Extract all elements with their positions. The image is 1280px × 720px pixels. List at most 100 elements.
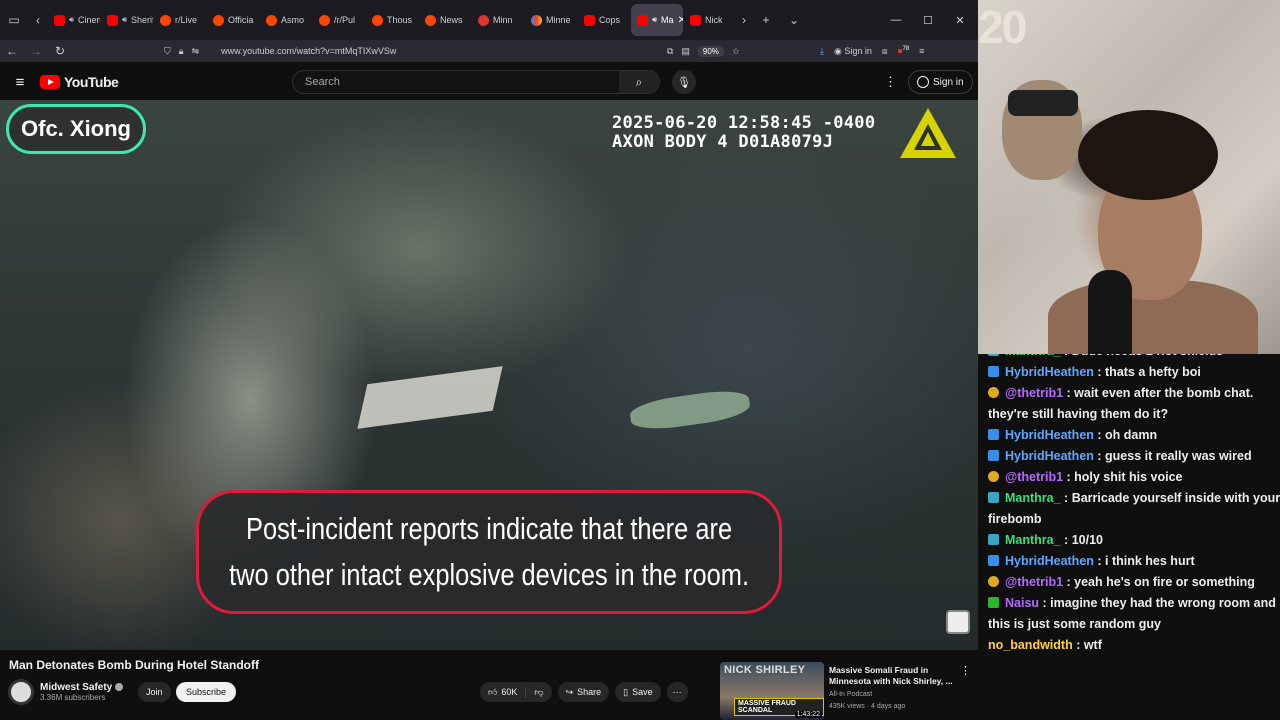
account-button[interactable]: ◉ Sign in [834,46,872,57]
chat-text: thats a hefty boi [1105,365,1201,379]
reader-view-icon[interactable]: ▤ [681,46,690,57]
chat-username[interactable]: @thetrib1 [1005,575,1063,589]
scroll-tabs-right-icon[interactable]: › [736,6,752,34]
tab-overview-icon[interactable]: ▭ [0,6,28,34]
scroll-tabs-left-icon[interactable]: ‹ [28,6,48,34]
more-actions-button[interactable]: ⋯ [666,682,688,702]
extensions-icon[interactable]: ⧈ [882,46,888,57]
join-button[interactable]: Join [138,682,171,702]
recommended-thumbnail[interactable]: NICK SHIRLEY MASSIVE FRAUD SCANDAL 1:43:… [720,662,824,720]
recommended-more-icon[interactable]: ⋮ [960,664,971,677]
subscribe-button[interactable]: Subscribe [176,682,237,702]
ublock-icon[interactable]: ■78 [898,46,910,56]
search-input[interactable] [293,76,619,88]
caption-text: Post-incident reports indicate that ther… [229,506,749,598]
video-actions: 👍︎ 60K 👎︎ ↪ Share ▯ Save ⋯ [480,682,688,702]
tab-list: 🔊︎ Cinem 🔊︎ Sherif r/Live Officia Asmo/r/Pul Th… [48,4,736,36]
like-button[interactable]: 👍︎ 60K [480,686,527,698]
forward-icon[interactable]: → [24,44,48,58]
chat-badge-icon [988,354,999,356]
chat-message: HybridHeathen : thats a hefty boi [988,362,1280,383]
chat-username[interactable]: @thetrib1 [1005,386,1063,400]
recommended-video[interactable]: NICK SHIRLEY MASSIVE FRAUD SCANDAL 1:43:… [720,662,978,720]
youtube-logo[interactable]: YouTube [40,74,119,90]
download-icon[interactable]: ⤓ [820,46,824,57]
zoom-level[interactable]: 90% [697,45,724,57]
browser-tab[interactable]: 🔊︎ Cinem [48,4,100,36]
like-dislike-group: 👍︎ 60K 👎︎ [480,682,552,702]
channel-name[interactable]: Midwest Safety [40,682,112,693]
screen: ▭ ‹ 🔊︎ Cinem 🔊︎ Sherif r/Live Officia Asmo/r/P… [0,0,1280,720]
browser-tab[interactable]: Officia [207,4,259,36]
new-tab-icon[interactable]: + [752,6,780,34]
chat-username[interactable]: @thetrib1 [1005,470,1063,484]
streamer-hair [1078,110,1218,200]
channel-avatar[interactable] [8,679,34,705]
voice-search-icon[interactable]: 🎙︎ [672,70,696,94]
minimize-icon[interactable]: — [884,14,908,27]
guide-menu-icon[interactable]: ≡ [0,74,40,91]
channel-name-row[interactable]: Midwest Safety [40,682,124,693]
picture-in-picture-icon[interactable]: ⧉ [667,46,673,57]
search-button[interactable]: ⌕ [619,71,659,93]
browser-tab[interactable]: r/Live [154,4,206,36]
chat-badge-icon [988,555,999,566]
officer-name-tag: Ofc. Xiong [6,104,146,154]
user-icon [917,76,929,88]
chat-separator: : [1063,386,1075,400]
dislike-button[interactable]: 👎︎ [526,687,551,698]
share-button[interactable]: ↪ Share [557,682,610,702]
lock-icon[interactable]: 🔒︎ [179,46,184,57]
tab-favicon-icon [54,14,65,26]
maximize-icon[interactable]: ☐ [916,14,940,27]
chat-message: @thetrib1 : wait even after the bomb cha… [988,383,1280,425]
chat-username[interactable]: HybridHeathen [1005,428,1094,442]
tab-audio-icon[interactable]: 🔊︎ [122,15,127,25]
menu-icon[interactable]: ≡ [919,46,924,56]
list-all-tabs-icon[interactable]: ⌄ [780,6,808,34]
chat-username[interactable]: Manthra_ [1005,491,1061,505]
chat-separator: : [1063,575,1075,589]
tab-favicon-icon [107,14,118,26]
chat-username[interactable]: Manthra_ [1005,354,1061,358]
browser-tab[interactable]: News [419,4,471,36]
chat-username[interactable]: HybridHeathen [1005,365,1094,379]
reload-icon[interactable]: ↻ [48,44,72,58]
chat-username[interactable]: HybridHeathen [1005,554,1094,568]
shield-icon[interactable]: ⛉ [164,46,171,57]
tab-audio-icon[interactable]: 🔊︎ [69,15,74,25]
browser-tab[interactable]: Minn [472,4,524,36]
bookmark-star-icon[interactable]: ☆ [732,46,740,57]
recommended-title[interactable]: Massive Somali Fraud in Minnesota with N… [829,665,954,687]
chat-separator: : [1060,533,1072,547]
tab-close-icon[interactable]: ✕ [678,15,683,26]
browser-tab[interactable]: Thous [366,4,418,36]
tab-favicon-icon [319,14,330,26]
chat-text: 10/10 [1071,533,1103,547]
browser-tab[interactable]: Nick [684,4,736,36]
chat-username[interactable]: HybridHeathen [1005,449,1094,463]
settings-kebab-icon[interactable]: ⋮ [884,74,897,90]
channel-info: Midwest Safety 3.36M subscribers [8,679,124,705]
chat-username[interactable]: Naisu [1005,596,1039,610]
browser-tab[interactable]: Minne [525,4,577,36]
close-window-icon[interactable]: ✕ [948,14,972,27]
video-player[interactable]: Ofc. Xiong 2025-06-20 12:58:45 -0400 AXO… [0,100,978,650]
tab-label: Cinem [78,15,100,25]
chat-username[interactable]: no_bandwidth [988,638,1073,652]
browser-tab[interactable]: 🔊︎ Ma ✕ [631,4,683,36]
browser-tab[interactable]: Cops [578,4,630,36]
chat-separator: : [1093,554,1106,568]
permissions-icon[interactable]: ⇋ [192,46,200,57]
tab-audio-icon[interactable]: 🔊︎ [652,15,657,25]
browser-tab[interactable]: /r/Pul [313,4,365,36]
url-text[interactable]: www.youtube.com/watch?v=mtMqTIXwVSw [221,46,396,56]
url-bar[interactable]: ⛉ 🔒︎ ⇋ www.youtube.com/watch?v=mtMqTIXwV… [160,41,740,61]
save-button[interactable]: ▯ Save [615,682,661,702]
browser-tab[interactable]: 🔊︎ Sherif [101,4,153,36]
chat-message: no_bandwidth : wtf [988,635,1280,656]
chat-username[interactable]: Manthra_ [1005,533,1061,547]
youtube-signin-button[interactable]: Sign in [908,70,973,94]
browser-tab[interactable]: Asmo [260,4,312,36]
back-icon[interactable]: ← [0,44,24,58]
